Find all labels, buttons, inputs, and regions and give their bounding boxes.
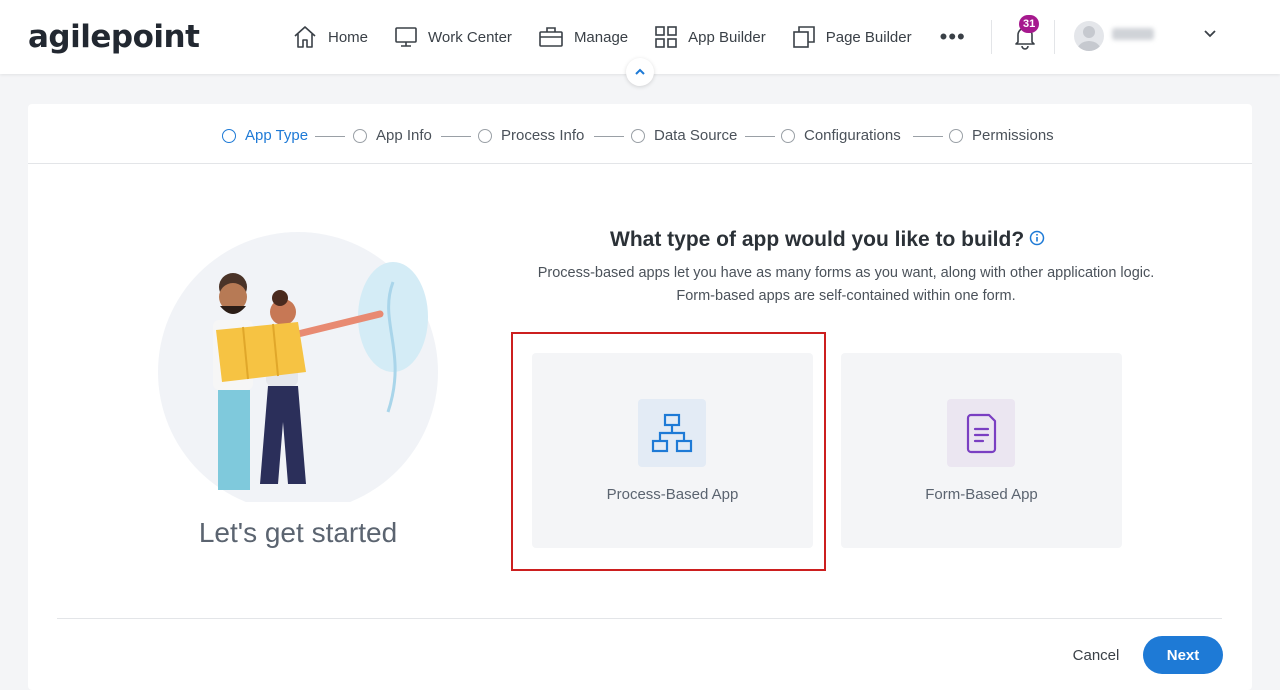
agilepoint-logo[interactable]: agilepoint bbox=[28, 14, 200, 60]
card-label: Form-Based App bbox=[925, 486, 1038, 503]
chevron-down-icon[interactable] bbox=[1202, 26, 1218, 42]
step-data-source[interactable]: Data Source bbox=[631, 127, 737, 144]
step-indicator bbox=[631, 128, 645, 143]
step-indicator bbox=[949, 128, 963, 143]
user-icon bbox=[1077, 26, 1101, 51]
notification-badge: 31 bbox=[1019, 15, 1040, 33]
step-label: Data Source bbox=[654, 127, 738, 144]
chevron-up-icon bbox=[635, 68, 645, 75]
step-app-info[interactable]: App Info bbox=[353, 127, 432, 144]
more-menu-button[interactable]: ••• bbox=[938, 0, 966, 74]
app-type-description: Process-based apps let you have as many … bbox=[537, 265, 1155, 304]
step-connector bbox=[913, 136, 943, 137]
get-started-text: Let's get started bbox=[198, 517, 398, 548]
copy-icon bbox=[792, 26, 815, 48]
next-button[interactable]: Next bbox=[1143, 636, 1223, 674]
nav-page-builder[interactable]: Page Builder bbox=[792, 0, 912, 74]
page-title: What type of app would you like to build… bbox=[610, 228, 1025, 251]
process-based-app-card[interactable]: Process-Based App bbox=[532, 353, 813, 548]
step-connector bbox=[315, 136, 345, 137]
info-icon[interactable] bbox=[1029, 230, 1045, 246]
nav-work-center-label: Work Center bbox=[428, 28, 512, 46]
collapse-header-button[interactable] bbox=[626, 58, 654, 86]
step-indicator bbox=[353, 128, 367, 143]
step-process-info[interactable]: Process Info bbox=[478, 127, 584, 144]
monitor-icon bbox=[395, 27, 417, 47]
step-indicator bbox=[222, 128, 236, 143]
step-permissions[interactable]: Permissions bbox=[949, 127, 1054, 144]
more-dots-icon: ••• bbox=[939, 24, 966, 49]
header-divider bbox=[1054, 20, 1055, 54]
nav-work-center[interactable]: Work Center bbox=[394, 0, 512, 74]
step-indicator bbox=[478, 128, 492, 143]
process-icon-box bbox=[638, 399, 706, 467]
step-connector bbox=[745, 136, 775, 137]
user-name-blurred bbox=[1112, 28, 1154, 40]
avatar[interactable] bbox=[1074, 21, 1104, 51]
nav-manage-label: Manage bbox=[573, 28, 629, 46]
wizard-stepper: App Type App Info Process Info Data Sour… bbox=[28, 104, 1252, 164]
form-based-app-card[interactable]: Form-Based App bbox=[841, 353, 1122, 548]
header-divider bbox=[991, 20, 992, 54]
nav-manage[interactable]: Manage bbox=[538, 0, 628, 74]
nav-page-builder-label: Page Builder bbox=[825, 28, 912, 46]
step-label: App Info bbox=[376, 127, 432, 144]
create-app-panel: App Type App Info Process Info Data Sour… bbox=[28, 104, 1252, 690]
form-icon-box bbox=[947, 399, 1015, 467]
process-hierarchy-icon bbox=[651, 413, 693, 453]
briefcase-icon bbox=[539, 27, 563, 47]
grid-icon bbox=[655, 26, 677, 48]
step-label: Permissions bbox=[972, 127, 1054, 144]
nav-app-builder[interactable]: App Builder bbox=[654, 0, 766, 74]
cancel-button[interactable]: Cancel bbox=[1058, 636, 1134, 674]
step-connector bbox=[441, 136, 471, 137]
step-connector bbox=[594, 136, 624, 137]
footer-divider bbox=[57, 618, 1222, 619]
step-app-type[interactable]: App Type bbox=[222, 127, 308, 144]
card-label: Process-Based App bbox=[606, 486, 739, 503]
nav-home-label: Home bbox=[328, 28, 369, 46]
step-label: Configurations bbox=[804, 127, 901, 144]
step-label: Process Info bbox=[501, 127, 585, 144]
step-label: App Type bbox=[245, 127, 309, 144]
logo-text: agilepoint bbox=[28, 19, 200, 55]
form-document-icon bbox=[966, 413, 997, 454]
nav-app-builder-label: App Builder bbox=[688, 28, 766, 46]
people-with-map-illustration bbox=[158, 232, 438, 502]
step-configurations[interactable]: Configurations bbox=[781, 127, 901, 144]
step-indicator bbox=[781, 128, 795, 143]
home-icon bbox=[294, 26, 316, 48]
nav-home[interactable]: Home bbox=[292, 0, 368, 74]
